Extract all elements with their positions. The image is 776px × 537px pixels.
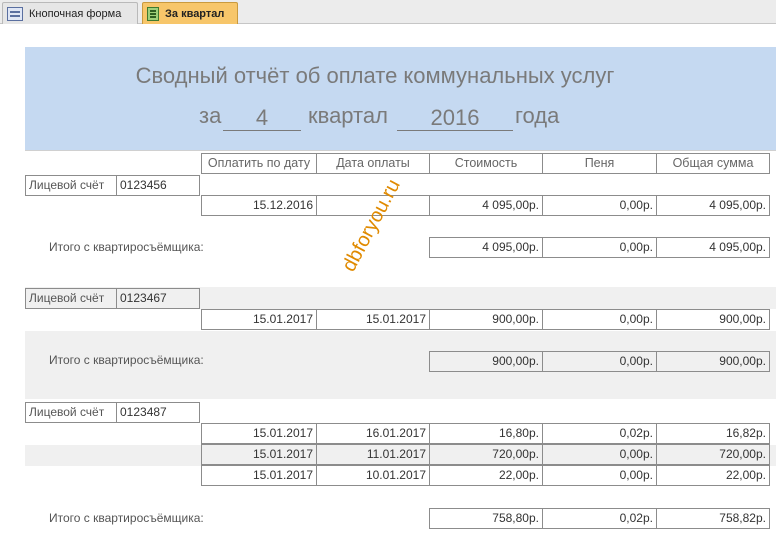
cost: 4 095,00р. [429,195,543,216]
column-header: Оплатить по дату [201,153,317,174]
due-date: 15.01.2017 [201,444,317,465]
quarter-word: квартал [308,103,388,128]
penalty: 0,02р. [542,423,657,444]
divider [25,150,776,151]
penalty: 0,00р. [542,465,657,486]
group-total-sum: 758,82р. [656,508,770,529]
cost: 900,00р. [429,309,543,330]
tab-switchboard-form[interactable]: Кнопочная форма [2,2,138,24]
paid-date: 15.01.2017 [316,309,430,330]
group-total-cost: 4 095,00р. [429,237,543,258]
cost: 16,80р. [429,423,543,444]
document-tab-bar: Кнопочная форма За квартал [0,0,776,24]
account-number: 0123456 [116,175,200,196]
due-date: 15.01.2017 [201,465,317,486]
group-total-penalty: 0,00р. [542,237,657,258]
group-total-cost: 900,00р. [429,351,543,372]
group-total-label: Итого с квартиросъёмщика: [49,240,204,254]
account-label: Лицевой счёт [25,402,117,423]
column-header: Стоимость [429,153,543,174]
total: 720,00р. [656,444,770,465]
total: 16,82р. [656,423,770,444]
cost: 22,00р. [429,465,543,486]
report-view: Сводный отчёт об оплате коммунальных усл… [0,25,776,537]
total: 22,00р. [656,465,770,486]
account-number: 0123487 [116,402,200,423]
due-date: 15.01.2017 [201,423,317,444]
due-date: 15.01.2017 [201,309,317,330]
penalty: 0,00р. [542,195,657,216]
total: 4 095,00р. [656,195,770,216]
cost: 720,00р. [429,444,543,465]
report-title: Сводный отчёт об оплате коммунальных усл… [135,63,615,88]
group-total-penalty: 0,02р. [542,508,657,529]
group-total-label: Итого с квартиросъёмщика: [49,511,204,525]
paid-date: 11.01.2017 [316,444,430,465]
group-total-label: Итого с квартиросъёмщика: [49,353,204,367]
group-total-sum: 900,00р. [656,351,770,372]
paid-date: 10.01.2017 [316,465,430,486]
column-header: Пеня [542,153,657,174]
account-label: Лицевой счёт [25,175,117,196]
column-header: Общая сумма [656,153,770,174]
group-total-penalty: 0,00р. [542,351,657,372]
report-header: Сводный отчёт об оплате коммунальных усл… [25,47,776,150]
total: 900,00р. [656,309,770,330]
watermark-text: dbforyou.ru [338,175,405,276]
due-date: 15.12.2016 [201,195,317,216]
report-icon [147,6,159,21]
group-total-sum: 4 095,00р. [656,237,770,258]
quarter-value: 4 [223,103,301,131]
form-icon [7,6,23,21]
paid-date: 16.01.2017 [316,423,430,444]
period-prefix: за [199,103,222,128]
account-label: Лицевой счёт [25,288,117,309]
tab-label: Кнопочная форма [29,7,122,20]
account-number: 0123467 [116,288,200,309]
year-value: 2016 [397,103,513,131]
tab-quarter-report[interactable]: За квартал [142,2,238,24]
tab-label: За квартал [165,7,225,20]
year-word: года [515,103,560,128]
penalty: 0,00р. [542,309,657,330]
penalty: 0,00р. [542,444,657,465]
column-header: Дата оплаты [316,153,430,174]
group-total-cost: 758,80р. [429,508,543,529]
